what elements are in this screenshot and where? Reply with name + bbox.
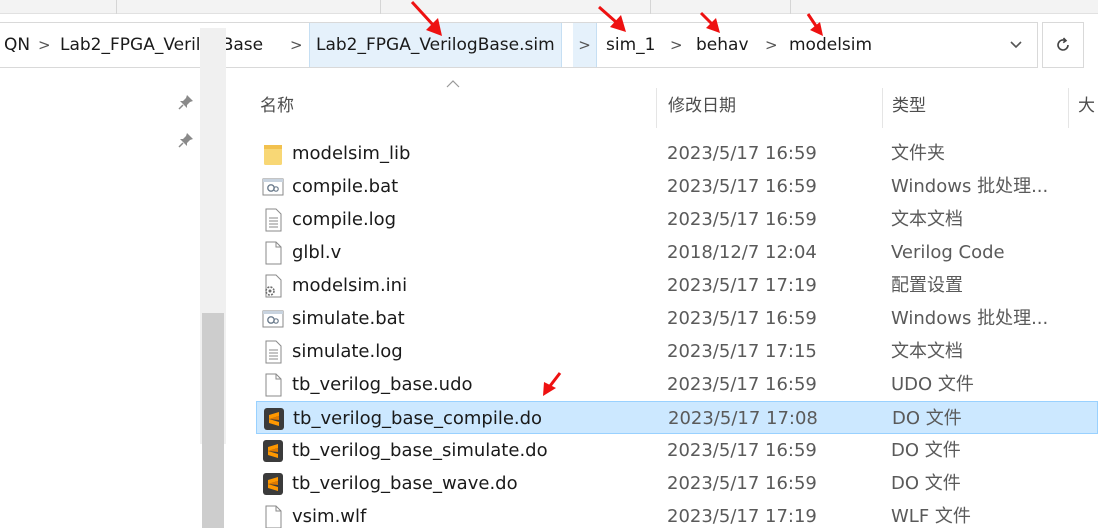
file-row[interactable]: vsim.wlf 2023/5/17 17:19 WLF 文件 [256, 500, 1098, 528]
text-file-icon [265, 340, 282, 364]
sublime-file-icon [263, 473, 283, 495]
file-type: UDO 文件 [891, 374, 974, 395]
file-icon [265, 373, 282, 397]
breadcrumb-item[interactable]: QN [4, 23, 30, 67]
column-header-size[interactable]: 大 [1078, 84, 1095, 128]
breadcrumb-separator-icon[interactable]: > [670, 23, 683, 67]
batch-file-icon [262, 310, 284, 328]
file-type: Windows 批处理... [891, 176, 1049, 197]
pin-icon[interactable] [178, 132, 194, 152]
annotation-arrow-icon [598, 5, 626, 32]
file-name: modelsim_lib [292, 143, 411, 164]
file-type: DO 文件 [891, 440, 961, 461]
batch-file-icon [262, 178, 284, 196]
file-name: tb_verilog_base.udo [292, 374, 473, 395]
column-header-date[interactable]: 修改日期 [668, 84, 736, 128]
column-header-name[interactable]: 名称 [260, 84, 294, 128]
file-date: 2023/5/17 16:59 [667, 308, 817, 329]
ribbon-strip [0, 0, 1098, 14]
file-date: 2023/5/17 16:59 [667, 473, 817, 494]
breadcrumb-separator-icon[interactable]: > [573, 23, 597, 67]
file-type: DO 文件 [891, 473, 961, 494]
sublime-file-icon [263, 440, 283, 462]
file-row[interactable]: modelsim_lib 2023/5/17 16:59 文件夹 [256, 137, 1098, 170]
file-name: compile.bat [292, 176, 399, 197]
file-row[interactable]: compile.bat 2023/5/17 16:59 Windows 批处理.… [256, 170, 1098, 203]
column-header-bar: 名称 修改日期 类型 大 [230, 80, 1098, 128]
breadcrumb-separator-icon[interactable]: > [38, 23, 51, 67]
file-date: 2023/5/17 16:59 [667, 209, 817, 230]
navigation-pane[interactable] [0, 84, 230, 528]
file-row[interactable]: tb_verilog_base_wave.do 2023/5/17 16:59 … [256, 467, 1098, 500]
file-date: 2023/5/17 16:59 [667, 143, 817, 164]
file-name: simulate.log [292, 341, 403, 362]
file-date: 2018/12/7 12:04 [667, 242, 817, 263]
breadcrumb-separator-icon[interactable]: > [290, 23, 303, 67]
file-type: WLF 文件 [891, 506, 971, 527]
breadcrumb-item-current[interactable]: modelsim [789, 23, 872, 67]
ribbon-divider [380, 0, 381, 14]
folder-icon [264, 145, 282, 165]
file-name: compile.log [292, 209, 397, 230]
file-icon [265, 505, 282, 528]
file-date: 2023/5/17 17:08 [668, 408, 818, 429]
file-date: 2023/5/17 17:19 [667, 506, 817, 527]
file-date: 2023/5/17 16:59 [667, 176, 817, 197]
file-name: modelsim.ini [292, 275, 408, 296]
file-name: glbl.v [292, 242, 342, 263]
column-header-type[interactable]: 类型 [892, 84, 926, 128]
file-icon [265, 241, 282, 265]
file-name: tb_verilog_base_wave.do [292, 473, 518, 494]
file-date: 2023/5/17 17:19 [667, 275, 817, 296]
file-row[interactable]: glbl.v 2018/12/7 12:04 Verilog Code [256, 236, 1098, 269]
annotation-arrow-icon [699, 11, 720, 33]
file-type: 文本文档 [891, 341, 963, 362]
nav-scrollbar-thumb[interactable] [202, 313, 224, 528]
refresh-icon [1057, 37, 1069, 51]
ribbon-divider [116, 0, 117, 14]
breadcrumb-separator-icon[interactable]: > [765, 23, 778, 67]
file-row[interactable]: modelsim.ini 2023/5/17 17:19 配置设置 [256, 269, 1098, 302]
text-file-icon [265, 208, 282, 232]
settings-file-icon [265, 274, 282, 298]
file-type: Windows 批处理... [891, 308, 1049, 329]
chevron-down-icon [1010, 41, 1022, 49]
file-row[interactable]: simulate.bat 2023/5/17 16:59 Windows 批处理… [256, 302, 1098, 335]
refresh-button[interactable] [1042, 22, 1084, 68]
file-row[interactable]: simulate.log 2023/5/17 17:15 文本文档 [256, 335, 1098, 368]
file-type: 配置设置 [891, 275, 963, 296]
file-date: 2023/5/17 16:59 [667, 374, 817, 395]
file-type: 文件夹 [891, 143, 945, 164]
column-divider[interactable] [656, 88, 657, 128]
address-history-dropdown[interactable] [996, 23, 1036, 67]
file-row[interactable]: compile.log 2023/5/17 16:59 文本文档 [256, 203, 1098, 236]
file-name: simulate.bat [292, 308, 405, 329]
breadcrumb-item[interactable]: Lab2_FPGA_VerilogBase [60, 23, 263, 67]
sort-indicator-icon [446, 76, 460, 92]
ribbon-divider [790, 0, 791, 14]
file-row[interactable]: tb_verilog_base_simulate.do 2023/5/17 16… [256, 434, 1098, 467]
file-date: 2023/5/17 17:15 [667, 341, 817, 362]
file-type: 文本文档 [891, 209, 963, 230]
sublime-file-icon [264, 408, 284, 430]
address-bar[interactable]: QN > Lab2_FPGA_VerilogBase > Lab2_FPGA_V… [0, 22, 1038, 68]
column-divider[interactable] [882, 88, 883, 128]
ribbon-divider [650, 0, 651, 14]
file-row-selected[interactable]: tb_verilog_base_compile.do 2023/5/17 17:… [256, 401, 1098, 434]
file-type: DO 文件 [892, 408, 962, 429]
annotation-arrow-icon [806, 13, 823, 36]
file-name: tb_verilog_base_compile.do [293, 408, 543, 429]
file-row[interactable]: tb_verilog_base.udo 2023/5/17 16:59 UDO … [256, 368, 1098, 401]
file-date: 2023/5/17 16:59 [667, 440, 817, 461]
file-name: vsim.wlf [292, 506, 367, 527]
column-divider[interactable] [1068, 88, 1069, 128]
file-type: Verilog Code [891, 242, 1005, 263]
pin-icon[interactable] [178, 94, 194, 114]
annotation-arrow-icon [410, 0, 442, 36]
file-name: tb_verilog_base_simulate.do [292, 440, 548, 461]
